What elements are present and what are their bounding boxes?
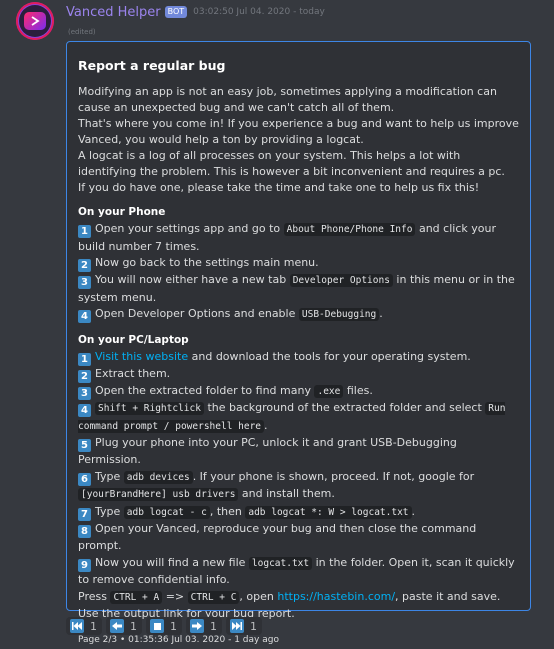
inline-code: CTRL + C <box>187 590 240 604</box>
pc-step: 2 Extract them. <box>78 366 519 383</box>
first-page-icon <box>70 619 84 633</box>
tools-website-link[interactable]: Visit this website <box>95 350 188 363</box>
inline-code: Shift + Rightclick <box>95 402 204 415</box>
reaction-count: 1 <box>170 619 177 633</box>
inline-code: logcat.txt <box>248 556 313 570</box>
phone-heading: On your Phone <box>78 206 166 218</box>
step-text: Now go back to the settings main menu. <box>95 256 319 269</box>
bot-tag: BOT <box>164 6 188 18</box>
reaction-count: 1 <box>90 619 97 633</box>
message-timestamp: 03:02:50 Jul 04. 2020 - today <box>193 7 325 17</box>
keycap-2-icon: 2 <box>78 259 91 272</box>
embed-footer: Page 2/3 • 01:35:36 Jul 03. 2020 - 1 day… <box>78 634 279 645</box>
pc-step: 3 Open the extracted folder to find many … <box>78 383 519 401</box>
step-text: Open your settings app and go to <box>95 222 284 235</box>
reaction-bar: 1 1 1 1 1 <box>66 617 262 635</box>
stop-icon <box>150 619 164 633</box>
keycap-4-icon: 4 <box>78 310 91 323</box>
pc-step: 8 Open your Vanced, reproduce your bug an… <box>78 521 519 555</box>
step-text: and download the tools for your operatin… <box>188 349 471 363</box>
step-text: Open your Vanced, reproduce your bug and… <box>78 522 477 552</box>
next-page-icon <box>190 619 204 633</box>
step-text: , open <box>239 589 278 603</box>
inline-code: adb logcat - c <box>123 505 210 519</box>
inline-code: USB-Debugging <box>298 308 380 321</box>
pc-step: 1 Visit this website and download the too… <box>78 349 519 366</box>
pc-step: 6 Type adb devices. If your phone is show… <box>78 469 519 504</box>
step-text: You will now either have a new tab <box>95 273 290 286</box>
embed: Report a regular bug Modifying an app is… <box>66 41 531 645</box>
phone-step: 3 You will now either have a new tab Deve… <box>78 272 519 306</box>
intro-paragraph: If you do have one, please take the time… <box>78 181 480 194</box>
vanced-logo-icon <box>24 12 46 30</box>
keycap-7-icon: 7 <box>78 507 91 521</box>
step-text: Press <box>78 589 111 603</box>
intro-paragraph: That's where you come in! If you experie… <box>78 117 519 146</box>
intro-paragraph: Modifying an app is not an easy job, som… <box>78 85 497 114</box>
step-text: Now you will find a new file <box>95 555 249 569</box>
keycap-5-icon: 5 <box>78 439 91 452</box>
keycap-4-icon: 4 <box>78 404 91 417</box>
last-page-icon <box>230 619 244 633</box>
inline-code: About Phone/Phone Info <box>283 223 416 236</box>
reaction-first-page[interactable]: 1 <box>66 617 102 635</box>
keycap-3-icon: 3 <box>78 276 91 289</box>
message-header: Vanced Helper BOT 03:02:50 Jul 04. 2020 … <box>66 3 325 21</box>
step-text: the background of the extracted folder a… <box>203 401 486 414</box>
inline-code: CTRL + A <box>110 590 163 604</box>
step-text: Plug your phone into your PC, unlock it … <box>78 436 457 466</box>
inline-code: [yourBrandHere] usb drivers <box>78 488 239 501</box>
step-text: files. <box>343 383 373 397</box>
keycap-6-icon: 6 <box>78 472 91 486</box>
step-text: and install them. <box>238 487 335 500</box>
intro-paragraph: A logcat is a log of all processes on yo… <box>78 149 505 178</box>
inline-code: .exe <box>314 384 344 398</box>
reaction-previous-page[interactable]: 1 <box>106 617 142 635</box>
step-text: Type <box>95 469 124 483</box>
keycap-9-icon: 9 <box>78 558 91 572</box>
pc-step: 9 Now you will find a new file logcat.txt… <box>78 555 519 589</box>
reaction-count: 1 <box>130 619 137 633</box>
step-text: . <box>411 504 416 518</box>
reaction-count: 1 <box>250 619 257 633</box>
inline-code: adb devices <box>123 470 193 484</box>
keycap-1-icon: 1 <box>78 352 91 366</box>
inline-code: Developer Options <box>289 274 393 287</box>
pc-step: 7 Type adb logcat - c, then adb logcat *:… <box>78 504 519 522</box>
embed-title: Report a regular bug <box>78 58 226 73</box>
step-text: Open the extracted folder to find many <box>95 383 315 397</box>
phone-step: 1 Open your settings app and go to About … <box>78 221 519 255</box>
step-text: Open Developer Options and enable <box>95 307 299 320</box>
reaction-stop[interactable]: 1 <box>146 617 182 635</box>
step-text: . If your phone is shown, proceed. If no… <box>192 469 475 483</box>
step-text: . <box>264 418 268 432</box>
phone-step: 4 Open Developer Options and enable USB-D… <box>78 306 519 324</box>
step-text: , then <box>209 504 246 518</box>
inline-code: adb logcat *: W > logcat.txt <box>245 505 412 519</box>
hastebin-link[interactable]: https://hastebin.com/ <box>277 590 395 603</box>
keycap-2-icon: 2 <box>78 369 91 383</box>
phone-step: 2 Now go back to the settings main menu. <box>78 255 519 272</box>
pc-heading: On your PC/Laptop <box>78 333 189 346</box>
previous-page-icon <box>110 619 124 633</box>
reaction-count: 1 <box>210 619 217 633</box>
keycap-1-icon: 1 <box>78 225 91 238</box>
keycap-3-icon: 3 <box>78 386 91 400</box>
pc-step: 4 Shift + Rightclick the background of th… <box>78 400 519 435</box>
step-text: Extract them. <box>95 366 171 380</box>
bot-avatar[interactable] <box>16 2 54 40</box>
username[interactable]: Vanced Helper <box>66 5 161 20</box>
step-text: => <box>162 589 188 603</box>
pc-step: 5 Plug your phone into your PC, unlock it… <box>78 435 519 469</box>
reaction-last-page[interactable]: 1 <box>226 617 262 635</box>
reaction-next-page[interactable]: 1 <box>186 617 222 635</box>
step-text: Type <box>95 504 124 518</box>
step-text: . <box>379 307 383 320</box>
edited-label: (edited) <box>68 28 96 36</box>
keycap-8-icon: 8 <box>78 525 91 538</box>
